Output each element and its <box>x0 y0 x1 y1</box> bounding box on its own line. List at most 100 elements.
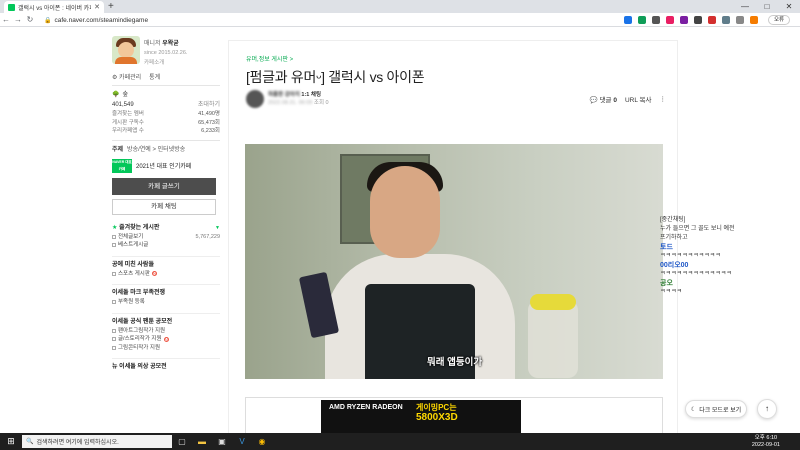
profile-button[interactable]: 오류 <box>768 15 790 25</box>
manager-role: 매니저 <box>144 41 161 47</box>
browser-tab-bar: 갤럭시 vs 아이폰 : 네이버 카페 ✕ + — □ ✕ <box>0 0 800 13</box>
extension-icon[interactable] <box>666 16 674 24</box>
section-title: 이세돌 공식 팬툰 공모전 <box>112 312 220 327</box>
author-row: 하품한 강아지 1:1 채팅 2022.08.31. 06:09 조회 0 💬 … <box>246 89 666 109</box>
extension-icon[interactable] <box>638 16 646 24</box>
forward-button[interactable]: → <box>12 15 24 24</box>
search-icon: 🔍 <box>26 439 34 445</box>
reload-button[interactable]: ↻ <box>24 15 36 24</box>
tab-close-icon[interactable]: ✕ <box>94 3 100 11</box>
cafe-intro-link[interactable]: 카페소개 <box>144 60 187 67</box>
lock-icon: 🔒 <box>44 17 52 24</box>
write-post-button[interactable]: 카페 글쓰기 <box>112 177 216 195</box>
section-title: 뉴 이세돌 의상 공모전 <box>112 358 220 372</box>
windows-taskbar: ⊞ 🔍 검색하려면 여기에 입력하십시오. ▢ ▬ ▣ V ◉ 오후 6:10 … <box>0 433 800 450</box>
app-icon[interactable]: ▣ <box>212 437 232 446</box>
member-count[interactable]: 401,549 <box>112 100 134 110</box>
post-date: 2022.08.31. 06:09 <box>268 100 313 106</box>
extension-icon[interactable] <box>708 16 716 24</box>
speech-bubble-icon: 💬 <box>589 97 598 104</box>
cafe-sidebar: 매니저 우왁굳 since 2015.02.26. 카페소개 ⚙ 카페관리 통계… <box>112 36 220 372</box>
advertisement-banner[interactable]: AMD RYZEN RADEON 게이밍PC는 5800X3D <box>245 397 663 433</box>
manage-row: ⚙ 카페관리 통계 <box>112 72 220 81</box>
divider <box>112 85 220 86</box>
cafe-level: 🌳 숲 <box>112 90 220 100</box>
new-tab-button[interactable]: + <box>108 1 114 12</box>
star-icon: ★ <box>112 224 118 231</box>
divider <box>112 139 220 141</box>
menu-item-conti[interactable]: 그림콘티작가 지원 <box>112 344 220 353</box>
url-copy-button[interactable]: URL 복사 <box>625 94 652 104</box>
video-subtitle: 뭐래 앱등이가 <box>427 357 483 368</box>
stats-list: 즐겨찾는 멤버 41,490명 게시판 구독수 65,473회 우리카페앱 수 6,2… <box>112 110 220 136</box>
cafe-manage-link[interactable]: ⚙ 카페관리 <box>112 72 141 81</box>
extension-icon[interactable] <box>680 16 688 24</box>
cafe-chat-button[interactable]: 카페 채팅 <box>112 198 216 215</box>
invite-link[interactable]: 초대하기 <box>198 100 220 110</box>
fav-boards-header[interactable]: ★ 즐겨찾는 게시판 ▼ <box>112 223 220 233</box>
extension-icon[interactable] <box>694 16 702 24</box>
ad-headline: 게이밍PC는 5800X3D <box>416 403 458 423</box>
article-card: 유머,정보 게시판 > [펌글과 유머ᵕ] 갤럭시 vs 아이폰 하품한 강아지… <box>228 40 678 433</box>
menu-item-best-posts[interactable]: 베스트게시글 <box>112 241 220 250</box>
avatar[interactable] <box>246 90 264 108</box>
embedded-video-image[interactable]: 뭐래 앱등이가 <box>245 144 663 379</box>
award-row: NAVER 대표카페 2021년 대표 인기카페 <box>112 158 220 173</box>
extension-icon[interactable] <box>750 16 758 24</box>
board-category-link[interactable]: 유머,정보 게시판 > <box>246 54 293 63</box>
section-title: 이세돌 마크 부족전쟁 <box>112 284 220 298</box>
menu-item-fanart[interactable]: 팬아트그림작가 지원 <box>112 327 220 336</box>
darkmode-button[interactable]: ☾ 다크 모드로 보기 <box>685 400 747 418</box>
maximize-button[interactable]: □ <box>756 0 778 13</box>
system-clock[interactable]: 오후 6:10 2022-09-01 <box>752 435 780 448</box>
chrome-icon[interactable]: ◉ <box>252 437 272 446</box>
section-title: 공에 미친 사람들 <box>112 255 220 270</box>
chat-link[interactable]: 1:1 채팅 <box>301 92 321 98</box>
stat-row: 즐겨찾는 멤버 41,490명 <box>112 111 220 117</box>
moon-icon: ☾ <box>690 406 697 413</box>
member-row: 401,549 초대하기 <box>112 100 220 110</box>
author-name[interactable]: 하품한 강아지 <box>268 92 300 98</box>
menu-item-all-posts[interactable]: 전체글보기 5,767,229 <box>112 233 220 242</box>
bookmark-star-icon[interactable] <box>624 16 632 24</box>
comment-button[interactable]: 💬 댓글 0 <box>590 94 617 104</box>
naver-cafe-favicon-icon <box>8 3 15 11</box>
author-meta: 하품한 강아지 1:1 채팅 2022.08.31. 06:09 조회 0 <box>268 91 329 107</box>
extension-icon[interactable] <box>722 16 730 24</box>
cafe-logo[interactable] <box>112 36 140 64</box>
level-label: 숲 <box>122 92 129 98</box>
windows-start-icon[interactable]: ⊞ <box>0 436 22 447</box>
minimize-button[interactable]: — <box>734 0 756 13</box>
cafe-profile: 매니저 우왁굳 since 2015.02.26. 카페소개 <box>112 36 220 67</box>
tab-title: 갤럭시 vs 아이폰 : 네이버 카페 <box>18 5 92 12</box>
file-explorer-icon[interactable]: ▬ <box>192 437 212 446</box>
close-window-button[interactable]: ✕ <box>778 0 800 13</box>
menu-item-sports[interactable]: 스포츠 게시판 N <box>112 270 220 279</box>
view-count: 조회 0 <box>313 100 329 106</box>
naver-badge: NAVER 대표카페 <box>112 158 132 173</box>
chevron-down-icon[interactable]: ▼ <box>215 223 220 233</box>
extension-icon[interactable] <box>652 16 660 24</box>
award-label[interactable]: 2021년 대표 인기카페 <box>136 161 191 170</box>
manager-name[interactable]: 우왁굳 <box>162 41 179 47</box>
vscode-icon[interactable]: V <box>232 437 252 446</box>
puzzle-icon[interactable] <box>736 16 744 24</box>
address-bar[interactable]: 🔒 cafe.naver.com/steamindiegame <box>44 15 620 25</box>
article-actions: 💬 댓글 0 URL 복사 ⋮ <box>590 94 666 104</box>
stats-link[interactable]: 통계 <box>149 72 160 81</box>
task-view-icon[interactable]: ▢ <box>172 437 192 446</box>
more-icon[interactable]: ⋮ <box>660 95 667 103</box>
topic-row: 주제 방송/연예 > 인터넷방송 <box>112 146 186 153</box>
since-date: since 2015.02.26. <box>144 50 188 56</box>
back-button[interactable]: ← <box>0 15 12 24</box>
browser-toolbar: ← → ↻ 🔒 cafe.naver.com/steamindiegame 오류 <box>0 13 800 27</box>
taskbar-search[interactable]: 🔍 검색하려면 여기에 입력하십시오. <box>22 435 172 448</box>
tree-icon: 🌳 <box>112 92 120 98</box>
browser-tab[interactable]: 갤럭시 vs 아이폰 : 네이버 카페 ✕ <box>4 1 104 13</box>
scroll-top-button[interactable]: ↑ <box>757 399 777 419</box>
ad-brand: AMD RYZEN RADEON <box>329 404 403 411</box>
menu-item-story[interactable]: 글/스토리작가 지원 N <box>112 335 220 344</box>
stream-chat-overlay: [중간채팅] 누가 들으면 그 꼴도 보니 예전 프기하하고 토드 ㅋㅋㅋㅋㅋㅋ… <box>660 217 735 295</box>
article-title: [펌글과 유머ᵕ] 갤럭시 vs 아이폰 <box>246 69 425 85</box>
menu-item-tribe-register[interactable]: 부족원 등록 <box>112 298 220 307</box>
